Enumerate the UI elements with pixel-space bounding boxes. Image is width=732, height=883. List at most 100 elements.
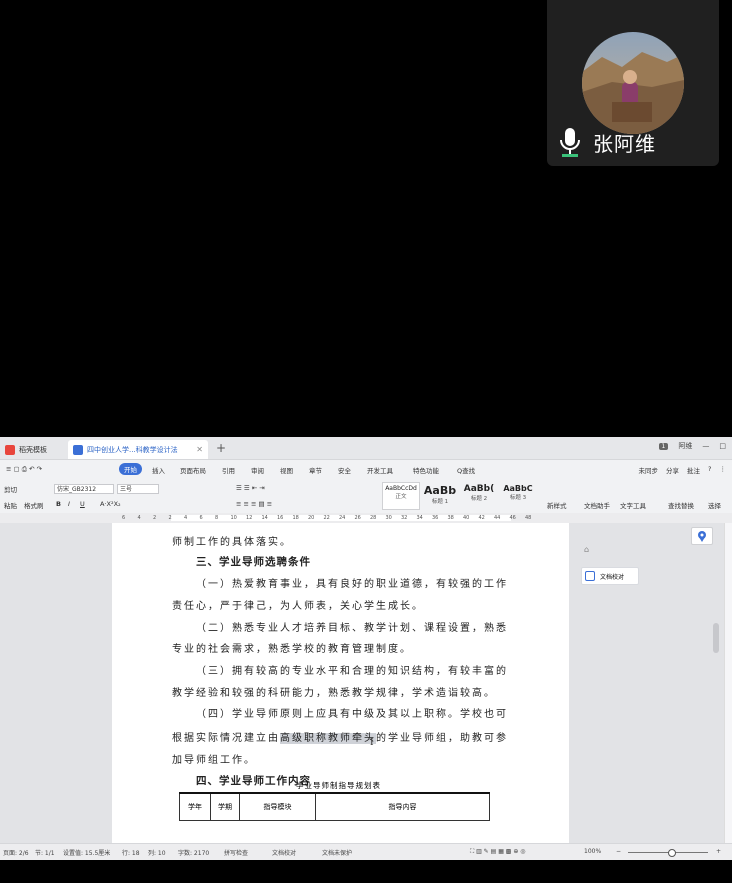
right-tool-strip[interactable] [724, 523, 732, 843]
table-header-cell[interactable]: 指导模块 [239, 792, 316, 821]
font-size-select[interactable]: 三号 [117, 484, 159, 494]
underline-button[interactable]: U [80, 500, 85, 508]
select-button[interactable]: 选择 [708, 500, 721, 510]
zoom-in-button[interactable]: + [716, 848, 721, 855]
zoom-out-button[interactable]: − [616, 848, 621, 855]
ruler-tick-label: 48 [525, 515, 532, 521]
screen-bottom-margin [0, 860, 732, 883]
doc-line: （一）热爱教育事业，具有良好的职业道德，有较强的工作 [196, 579, 508, 590]
tab-current-document[interactable]: 四中创业人学...科教学设计法 ✕ [68, 440, 208, 459]
ruler-tick-label: 24 [339, 515, 346, 521]
status-spellcheck[interactable]: 拼写检查 [224, 848, 248, 857]
ruler-tick-label: 32 [401, 515, 408, 521]
doc-check-button[interactable]: 文档校对 [581, 567, 639, 585]
menu-home[interactable]: 开始 [119, 463, 142, 475]
call-tile: 张阿维 [547, 0, 719, 166]
location-pin-button[interactable] [691, 527, 713, 545]
italic-button[interactable]: I [68, 500, 70, 508]
doc-heading: 三、学业导师选聘条件 [196, 556, 311, 568]
align-buttons[interactable]: ≡ ≡ ≡ ▤ ≡ [236, 500, 272, 508]
text-tools-button[interactable]: 文字工具 [620, 500, 646, 510]
find-replace-button[interactable]: 查找替换 [668, 500, 694, 510]
text-color-button[interactable]: A·X²X₂ [100, 500, 121, 508]
style-heading-1[interactable]: AaBb 标题 1 [421, 482, 459, 510]
close-tab-icon[interactable]: ✕ [196, 445, 203, 454]
ruler-tick-label: 6 [199, 515, 203, 521]
guidance-plan-table[interactable]: 学年 学期 指导模块 指导内容 [179, 792, 490, 821]
cut-button[interactable]: 剪切 [4, 484, 17, 494]
ruler-tick-label: 16 [277, 515, 284, 521]
collapse-panel-icon[interactable]: ⌂ [584, 545, 589, 554]
new-style-button[interactable]: 新样式 [547, 500, 567, 510]
menu-find[interactable]: Q查找 [457, 465, 475, 475]
ruler-tick-label: 18 [292, 515, 299, 521]
menu-page-layout[interactable]: 页面布局 [180, 465, 206, 475]
ruler-tick-label: 44 [494, 515, 501, 521]
ruler-tick-label: 36 [432, 515, 439, 521]
status-words[interactable]: 字数: 2170 [178, 848, 209, 857]
doc-line: （四）学业导师原则上应具有中级及其以上职称。学校也可 [196, 709, 508, 720]
bold-button[interactable]: B [56, 500, 61, 508]
tab-docer-templates[interactable]: 稻壳模板 [0, 440, 68, 459]
microphone-icon[interactable] [557, 125, 583, 159]
menu-chapter[interactable]: 章节 [309, 465, 322, 475]
menu-bar: ≡ ▢ ⎙ ↶ ↷ 开始 插入 页面布局 引用 审阅 视图 章节 安全 开发工具… [0, 460, 732, 480]
horizontal-ruler[interactable]: 6 4 2 2 4 6 8 10 12 14 16 18 20 22 24 26 28 30 32 34 36 38 40 4… [0, 513, 732, 523]
menu-security[interactable]: 安全 [338, 465, 351, 475]
text-selection[interactable]: 高级职称教师牵头 [280, 733, 376, 744]
wps-writer-window: 稻壳模板 四中创业人学...科教学设计法 ✕ + 1 阿维 — □ ≡ ▢ ⎙ … [0, 437, 732, 883]
file-menu-icon[interactable]: ≡ ▢ ⎙ ↶ ↷ [6, 465, 42, 474]
style-heading-3[interactable]: AaBbC 标题 3 [499, 482, 537, 510]
zoom-slider-knob[interactable] [668, 849, 676, 857]
vertical-scrollbar-thumb[interactable] [713, 623, 719, 653]
ruler-tick-label: 38 [447, 515, 454, 521]
ruler-tick-label: 20 [308, 515, 315, 521]
doc-check-icon [585, 571, 595, 581]
minimize-button[interactable]: — [702, 442, 709, 450]
restore-button[interactable]: □ [719, 442, 726, 450]
menu-references[interactable]: 引用 [222, 465, 235, 475]
font-name-select[interactable]: 仿宋_GB2312 [54, 484, 114, 494]
ruler-tick-label: 34 [416, 515, 423, 521]
share-button[interactable]: 分享 [666, 465, 679, 475]
location-pin-icon [698, 531, 706, 542]
style-normal[interactable]: AaBbCcDd 正文 [382, 482, 420, 510]
doc-line-selected[interactable]: 根据实际情况建立由高级职称教师牵头的学业导师组，助教可参 [172, 729, 508, 744]
document-canvas[interactable]: 师制工作的具体落实。 三、学业导师选聘条件 （一）热爱教育事业，具有良好的职业道德，… [0, 523, 732, 843]
status-proofread[interactable]: 文档校对 [272, 848, 296, 857]
table-header-row: 学年 学期 指导模块 指导内容 [179, 792, 490, 821]
document-page[interactable]: 师制工作的具体落实。 三、学业导师选聘条件 （一）热爱教育事业，具有良好的职业道德，… [112, 523, 569, 843]
ruler-tick-label: 30 [385, 515, 392, 521]
comment-button[interactable]: 批注 [687, 465, 700, 475]
status-bar: 页面: 2/6 节: 1/1 设置值: 15.5厘米 行: 18 列: 10 字… [0, 843, 732, 860]
ruler-tick-label: 2 [168, 515, 172, 521]
zoom-level[interactable]: 100% [584, 848, 601, 855]
table-header-cell[interactable]: 学期 [210, 792, 240, 821]
doc-assistant-button[interactable]: 文档助手 [584, 500, 610, 510]
menu-insert[interactable]: 插入 [152, 465, 165, 475]
list-buttons[interactable]: ☰ ☰ ⇤ ⇥ [236, 484, 265, 492]
menu-right-actions: 未同步 分享 批注 ? ⋮ [639, 465, 726, 475]
style-heading-2[interactable]: AaBb( 标题 2 [460, 482, 498, 510]
user-account[interactable]: 阿维 [678, 441, 692, 451]
new-tab-button[interactable]: + [216, 441, 226, 455]
ruler-tick-label: 40 [463, 515, 470, 521]
ruler-tick-label: 26 [354, 515, 361, 521]
sync-status[interactable]: 未同步 [639, 465, 659, 475]
menu-review[interactable]: 审阅 [251, 465, 264, 475]
menu-view[interactable]: 视图 [280, 465, 293, 475]
more-button[interactable]: ⋮ [720, 465, 727, 475]
status-row: 行: 18 [122, 850, 140, 857]
paste-button[interactable]: 粘贴 [4, 500, 17, 510]
format-painter-button[interactable]: 格式刷 [24, 500, 44, 510]
table-header-cell[interactable]: 指导内容 [315, 792, 490, 821]
status-protect[interactable]: 文档未保护 [322, 848, 352, 857]
menu-developer[interactable]: 开发工具 [367, 465, 393, 475]
view-mode-icons[interactable]: ⛶ ▥ ✎ ▤ ▦ ▩ ⊕ ◎ [470, 848, 526, 856]
menu-special[interactable]: 特色功能 [413, 465, 439, 475]
status-page[interactable]: 页面: 2/6 [3, 848, 29, 857]
status-section: 节: 1/1 [35, 850, 55, 857]
help-button[interactable]: ? [708, 465, 711, 475]
doc-heading: 四、学业导师工作内容 [196, 775, 311, 787]
table-header-cell[interactable]: 学年 [179, 792, 211, 821]
